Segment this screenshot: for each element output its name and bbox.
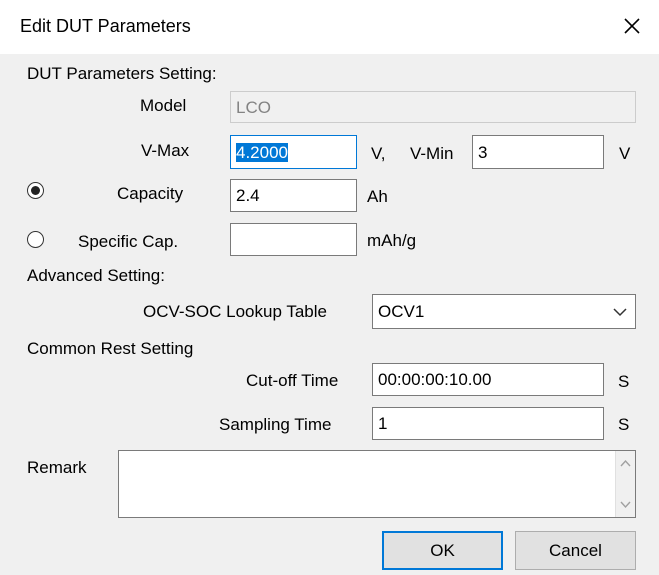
model-label: Model <box>140 96 187 115</box>
capacity-radio[interactable] <box>27 182 44 199</box>
title-bar: Edit DUT Parameters <box>0 0 659 54</box>
scroll-down-icon[interactable] <box>620 501 631 509</box>
ocv-selected-value: OCV1 <box>378 301 425 321</box>
rest-section-heading: Common Rest Setting <box>27 339 194 358</box>
ocv-select[interactable]: OCV1 <box>372 294 636 329</box>
cutoff-time-value: 00:00:00:10.00 <box>378 370 492 389</box>
cutoff-time-unit: S <box>618 372 630 391</box>
remark-label: Remark <box>27 458 87 477</box>
sampling-time-unit: S <box>618 415 630 434</box>
vmin-input[interactable]: 3 <box>472 135 604 169</box>
capacity-value: 2.4 <box>236 186 260 205</box>
specific-cap-radio[interactable] <box>27 231 44 248</box>
cutoff-time-input[interactable]: 00:00:00:10.00 <box>372 363 604 396</box>
sampling-time-input[interactable]: 1 <box>372 407 604 440</box>
close-icon[interactable] <box>616 10 648 42</box>
capacity-unit: Ah <box>367 187 388 206</box>
remark-scrollbar[interactable] <box>615 451 635 517</box>
cancel-button[interactable]: Cancel <box>515 531 636 570</box>
dut-section-heading: DUT Parameters Setting: <box>27 64 217 83</box>
vmin-value: 3 <box>478 142 488 162</box>
window-title: Edit DUT Parameters <box>20 16 191 36</box>
sampling-time-value: 1 <box>378 414 388 433</box>
vmin-unit: V <box>619 144 631 163</box>
model-value: LCO <box>236 97 271 117</box>
vmin-label: V-Min <box>410 144 454 163</box>
vmax-label: V-Max <box>141 141 190 160</box>
sampling-time-label: Sampling Time <box>219 415 332 434</box>
vmax-input[interactable]: 4.2000 <box>230 135 357 169</box>
vmax-value: 4.2000 <box>236 142 288 162</box>
specific-cap-input[interactable] <box>230 223 357 256</box>
chevron-down-icon <box>613 308 627 317</box>
remark-textarea[interactable] <box>118 450 636 518</box>
capacity-label: Capacity <box>117 184 184 203</box>
scroll-up-icon[interactable] <box>620 459 631 467</box>
advanced-section-heading: Advanced Setting: <box>27 266 165 285</box>
model-field: LCO <box>230 91 636 123</box>
ocv-label: OCV-SOC Lookup Table <box>143 302 327 321</box>
cutoff-time-label: Cut-off Time <box>246 371 339 390</box>
vmax-unit: V, <box>371 144 386 163</box>
capacity-radio-dot <box>31 186 40 195</box>
capacity-input[interactable]: 2.4 <box>230 179 357 212</box>
specific-cap-unit: mAh/g <box>367 231 417 250</box>
specific-cap-label: Specific Cap. <box>78 232 179 251</box>
dialog-body: DUT Parameters Setting: Model LCO V-Max … <box>0 54 659 575</box>
ok-button[interactable]: OK <box>382 531 503 570</box>
